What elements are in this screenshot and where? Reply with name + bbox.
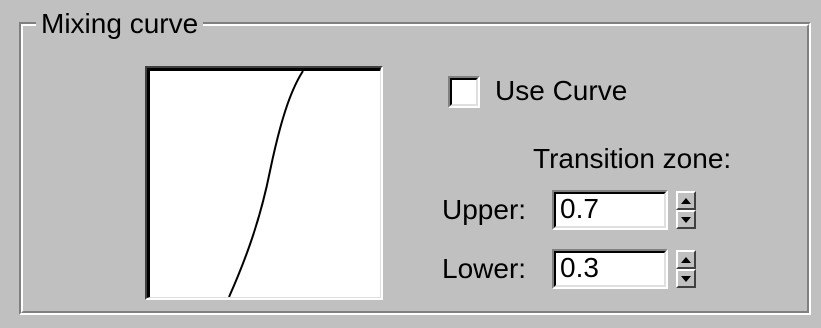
upper-label: Upper: xyxy=(442,194,527,225)
curve-graph xyxy=(228,71,304,297)
arrow-down-icon xyxy=(681,275,691,282)
lower-label: Lower: xyxy=(442,253,527,284)
mixing-curve-line xyxy=(228,71,304,297)
mixing-curve-panel: Mixing curve Use Curve Transition zone: … xyxy=(0,0,821,328)
lower-field[interactable] xyxy=(552,249,668,289)
arrow-up-icon xyxy=(681,197,691,204)
lower-input[interactable] xyxy=(558,252,662,284)
upper-input[interactable] xyxy=(558,193,662,225)
lower-decrement-button[interactable] xyxy=(676,269,696,288)
upper-decrement-button[interactable] xyxy=(676,210,696,229)
groupbox-title: Mixing curve xyxy=(36,8,204,40)
lower-increment-button[interactable] xyxy=(676,250,696,269)
use-curve-label[interactable]: Use Curve xyxy=(495,74,627,108)
curve-preview xyxy=(145,66,383,300)
upper-spinner[interactable] xyxy=(676,191,696,229)
lower-spinner[interactable] xyxy=(676,250,696,288)
arrow-up-icon xyxy=(681,256,691,263)
arrow-down-icon xyxy=(681,216,691,223)
upper-field[interactable] xyxy=(552,190,668,230)
upper-increment-button[interactable] xyxy=(676,191,696,210)
use-curve-checkbox[interactable] xyxy=(448,76,480,108)
transition-zone-label: Transition zone: xyxy=(533,143,732,174)
